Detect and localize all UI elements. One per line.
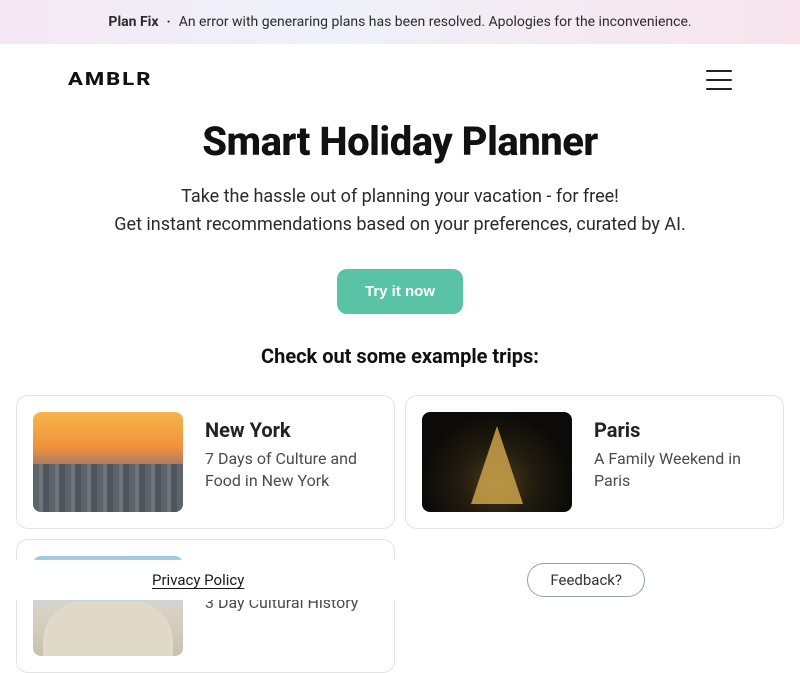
examples-heading: Check out some example trips: xyxy=(40,344,760,368)
brand-logo[interactable]: AMBLR xyxy=(68,69,152,90)
try-now-button[interactable]: Try it now xyxy=(337,269,463,314)
card-desc: 7 Days of Culture and Food in New York xyxy=(205,448,378,493)
example-card-rome[interactable]: Rome 3 Day Cultural History xyxy=(16,539,395,673)
announcement-separator: · xyxy=(166,14,170,30)
example-card-paris[interactable]: Paris A Family Weekend in Paris xyxy=(405,395,784,529)
example-cards: New York 7 Days of Culture and Food in N… xyxy=(0,378,800,673)
announcement-bar: Plan Fix · An error with generaring plan… xyxy=(0,0,800,44)
privacy-link[interactable]: Privacy Policy xyxy=(152,571,244,589)
hero-section: Smart Holiday Planner Take the hassle ou… xyxy=(0,118,800,378)
card-thumbnail xyxy=(422,412,572,512)
announcement-tag: Plan Fix xyxy=(108,14,158,30)
hero-tagline: Take the hassle out of planning your vac… xyxy=(40,183,760,239)
card-title: Paris xyxy=(594,418,767,442)
card-title: New York xyxy=(205,418,378,442)
example-card-newyork[interactable]: New York 7 Days of Culture and Food in N… xyxy=(16,395,395,529)
card-thumbnail xyxy=(33,412,183,512)
page-title: Smart Holiday Planner xyxy=(40,118,760,165)
card-desc: A Family Weekend in Paris xyxy=(594,448,767,493)
menu-icon[interactable] xyxy=(706,70,732,90)
feedback-button[interactable]: Feedback? xyxy=(527,563,645,597)
footer-bar: Privacy Policy Feedback? xyxy=(0,560,800,600)
top-nav: AMBLR xyxy=(0,44,800,115)
announcement-text: An error with generaring plans has been … xyxy=(179,14,692,30)
